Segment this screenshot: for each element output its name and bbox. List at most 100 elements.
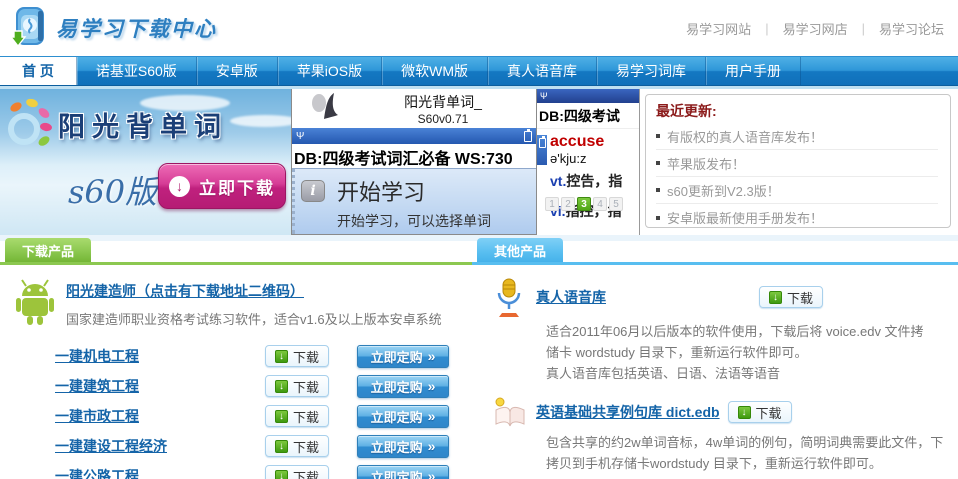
product-link[interactable]: 一建建筑工程 (55, 376, 265, 396)
product-link[interactable]: 真人语音库 (536, 289, 606, 305)
download-button[interactable]: ↓下载 (265, 345, 329, 367)
featured-product-link[interactable]: 阳光建造师（点击有下载地址二维码） (66, 283, 304, 299)
meaning-line-1: vt.控告，指 (550, 171, 639, 191)
downloads-tab-bar: 下载产品 (0, 243, 472, 265)
product-desc: 适合2011年06月以后版本的软件使用，下载后将 voice.edv 文件拷 储… (546, 321, 958, 384)
nav-item-ios[interactable]: 苹果iOS版 (278, 57, 382, 85)
phonetic: ə'kju:z (550, 151, 639, 166)
side-strip (537, 135, 547, 165)
product-desc: 包含共享的约2w单词音标，4w单词的例句，简明词典需要此文件，下 拷贝到手机存储… (546, 432, 958, 479)
product-link[interactable]: 一建市政工程 (55, 406, 265, 426)
banner-download-label: 立即下载 (199, 174, 275, 199)
app-version: S60v0.71 (350, 112, 536, 126)
download-arrow-icon: ↓ (275, 440, 288, 453)
menu-area: i 开始学习 开始学习，可以选择单词 (292, 168, 536, 234)
signal-icon: Ψ (540, 91, 548, 101)
tab-other-products[interactable]: 其他产品 (477, 238, 563, 262)
order-button[interactable]: 立即定购» (357, 375, 449, 398)
top-link-website[interactable]: 易学习网站 (686, 19, 751, 38)
page-button-2[interactable]: 2 (561, 197, 575, 211)
main-nav: 首 页 诺基亚S60版 安卓版 苹果iOS版 微软WM版 真人语音库 易学习词库… (0, 56, 958, 86)
nav-item-manual[interactable]: 用户手册 (706, 57, 801, 85)
downloads-section: 下载产品 (0, 241, 472, 479)
nav-item-android[interactable]: 安卓版 (197, 57, 278, 85)
update-item[interactable]: s60更新到V2.3版！ (656, 177, 938, 204)
link-separator: | (765, 21, 768, 36)
bullet-icon (656, 161, 660, 165)
product-link[interactable]: 英语基础共享例句库 dict.edb (536, 404, 720, 420)
product-link[interactable]: 一建机电工程 (55, 346, 265, 366)
sun-flower-icon (2, 97, 54, 158)
top-link-store[interactable]: 易学习网店 (783, 19, 848, 38)
title-cell: 英语基础共享例句库 dict.edb (536, 402, 720, 422)
download-row: 一建公路工程 ↓下载 立即定购» (55, 461, 472, 479)
updates-title: 最近更新: (656, 101, 938, 121)
download-row: 一建建筑工程 ↓下载 立即定购» (55, 371, 472, 401)
brand[interactable]: 易学习下载中心 (8, 3, 217, 54)
battery-icon (524, 131, 532, 142)
menu-title: 开始学习 (337, 175, 425, 207)
download-arrow-icon: ↓ (738, 406, 751, 419)
promo-banner: 阳光背单词 s60版 ↓ 立即下载 (0, 89, 291, 235)
product-link[interactable]: 一建建设工程经济 (55, 436, 265, 456)
featured-product: 阳光建造师（点击有下载地址二维码） 国家建造师职业资格考试练习软件，适合v1.6… (14, 278, 472, 331)
order-button[interactable]: 立即定购» (357, 405, 449, 428)
nav-item-wm[interactable]: 微软WM版 (382, 57, 488, 85)
download-button[interactable]: ↓下载 (265, 435, 329, 457)
order-button[interactable]: 立即定购» (357, 435, 449, 458)
phone-screenshot-2: Ψ DB:四级考试 accuse ə'kju:z vt.控告，指 vi.指控，指… (537, 89, 640, 235)
link-separator: | (862, 21, 865, 36)
chevron-right-icon: » (428, 348, 436, 364)
logo-backpack-icon (8, 3, 50, 54)
download-button[interactable]: ↓下载 (759, 286, 823, 308)
other-product-voice: 真人语音库 ↓下载 适合2011年06月以后版本的软件使用，下载后将 voice… (492, 277, 958, 384)
android-robot-icon (14, 278, 56, 331)
download-arrow-icon: ↓ (769, 291, 782, 304)
update-item[interactable]: 安卓版最新使用手册发布！ (656, 204, 938, 231)
download-button[interactable]: ↓下载 (265, 375, 329, 397)
banner-subtitle: s60版 (68, 167, 157, 213)
db-info-line: DB:四级考试 (537, 103, 639, 129)
menu-item-start[interactable]: i 开始学习 (295, 169, 536, 207)
download-button[interactable]: ↓下载 (265, 465, 329, 479)
page: 易学习下载中心 易学习网站 | 易学习网店 | 易学习论坛 首 页 诺基亚S60… (0, 0, 958, 479)
bullet-icon (656, 134, 660, 138)
bullet-icon (656, 188, 660, 192)
cloud-decor (230, 115, 291, 127)
download-arrow-icon: ↓ (275, 470, 288, 479)
app-header: 阳光背单词_ S60v0.71 (292, 89, 536, 128)
book-bulb-icon (492, 396, 526, 428)
page-button-1[interactable]: 1 (545, 197, 559, 211)
pagination: 1 2 3 4 5 (545, 197, 625, 211)
page-button-3-active[interactable]: 3 (577, 197, 591, 211)
order-button[interactable]: 立即定购» (357, 465, 449, 479)
download-button[interactable]: ↓下载 (265, 405, 329, 427)
banner-download-button[interactable]: ↓ 立即下载 (158, 163, 286, 209)
update-item[interactable]: 苹果版发布！ (656, 150, 938, 177)
download-button[interactable]: ↓下载 (728, 401, 792, 423)
phone-screenshot-1: 阳光背单词_ S60v0.71 Ψ DB:四级考试词汇必备 WS:730 i 开… (291, 89, 537, 235)
page-button-5[interactable]: 5 (609, 197, 623, 211)
download-list: 一建机电工程 ↓下载 立即定购» 一建建筑工程 ↓下载 立即定购» 一建市政工程… (55, 341, 472, 479)
nav-item-voice-library[interactable]: 真人语音库 (488, 57, 597, 85)
update-item[interactable]: 有版权的真人语音库发布！ (656, 123, 938, 150)
pos-label: vt. (550, 173, 566, 189)
site-title: 易学习下载中心 (56, 13, 217, 43)
nav-item-nokia-s60[interactable]: 诺基亚S60版 (77, 57, 197, 85)
chevron-right-icon: » (428, 408, 436, 424)
db-info-line: DB:四级考试词汇必备 WS:730 (292, 144, 536, 168)
content-columns: 下载产品 (0, 241, 958, 479)
other-products-section: 其他产品 真人语音库 ↓下载 (472, 241, 958, 479)
product-link[interactable]: 一建公路工程 (55, 466, 265, 479)
status-bar: Ψ (537, 89, 639, 103)
product-header: 英语基础共享例句库 dict.edb ↓下载 (492, 396, 958, 428)
banner-row: 阳光背单词 s60版 ↓ 立即下载 阳光背单词_ S60v0.71 (0, 89, 958, 235)
banner-title: 阳光背单词 (58, 105, 228, 144)
page-button-4[interactable]: 4 (593, 197, 607, 211)
nav-item-home[interactable]: 首 页 (0, 57, 77, 85)
tab-downloads[interactable]: 下载产品 (5, 238, 91, 262)
featured-product-desc: 国家建造师职业资格考试练习软件，适合v1.6及以上版本安卓系统 (66, 309, 442, 328)
nav-item-dictionary[interactable]: 易学习词库 (597, 57, 706, 85)
order-button[interactable]: 立即定购» (357, 345, 449, 368)
top-link-forum[interactable]: 易学习论坛 (879, 19, 944, 38)
